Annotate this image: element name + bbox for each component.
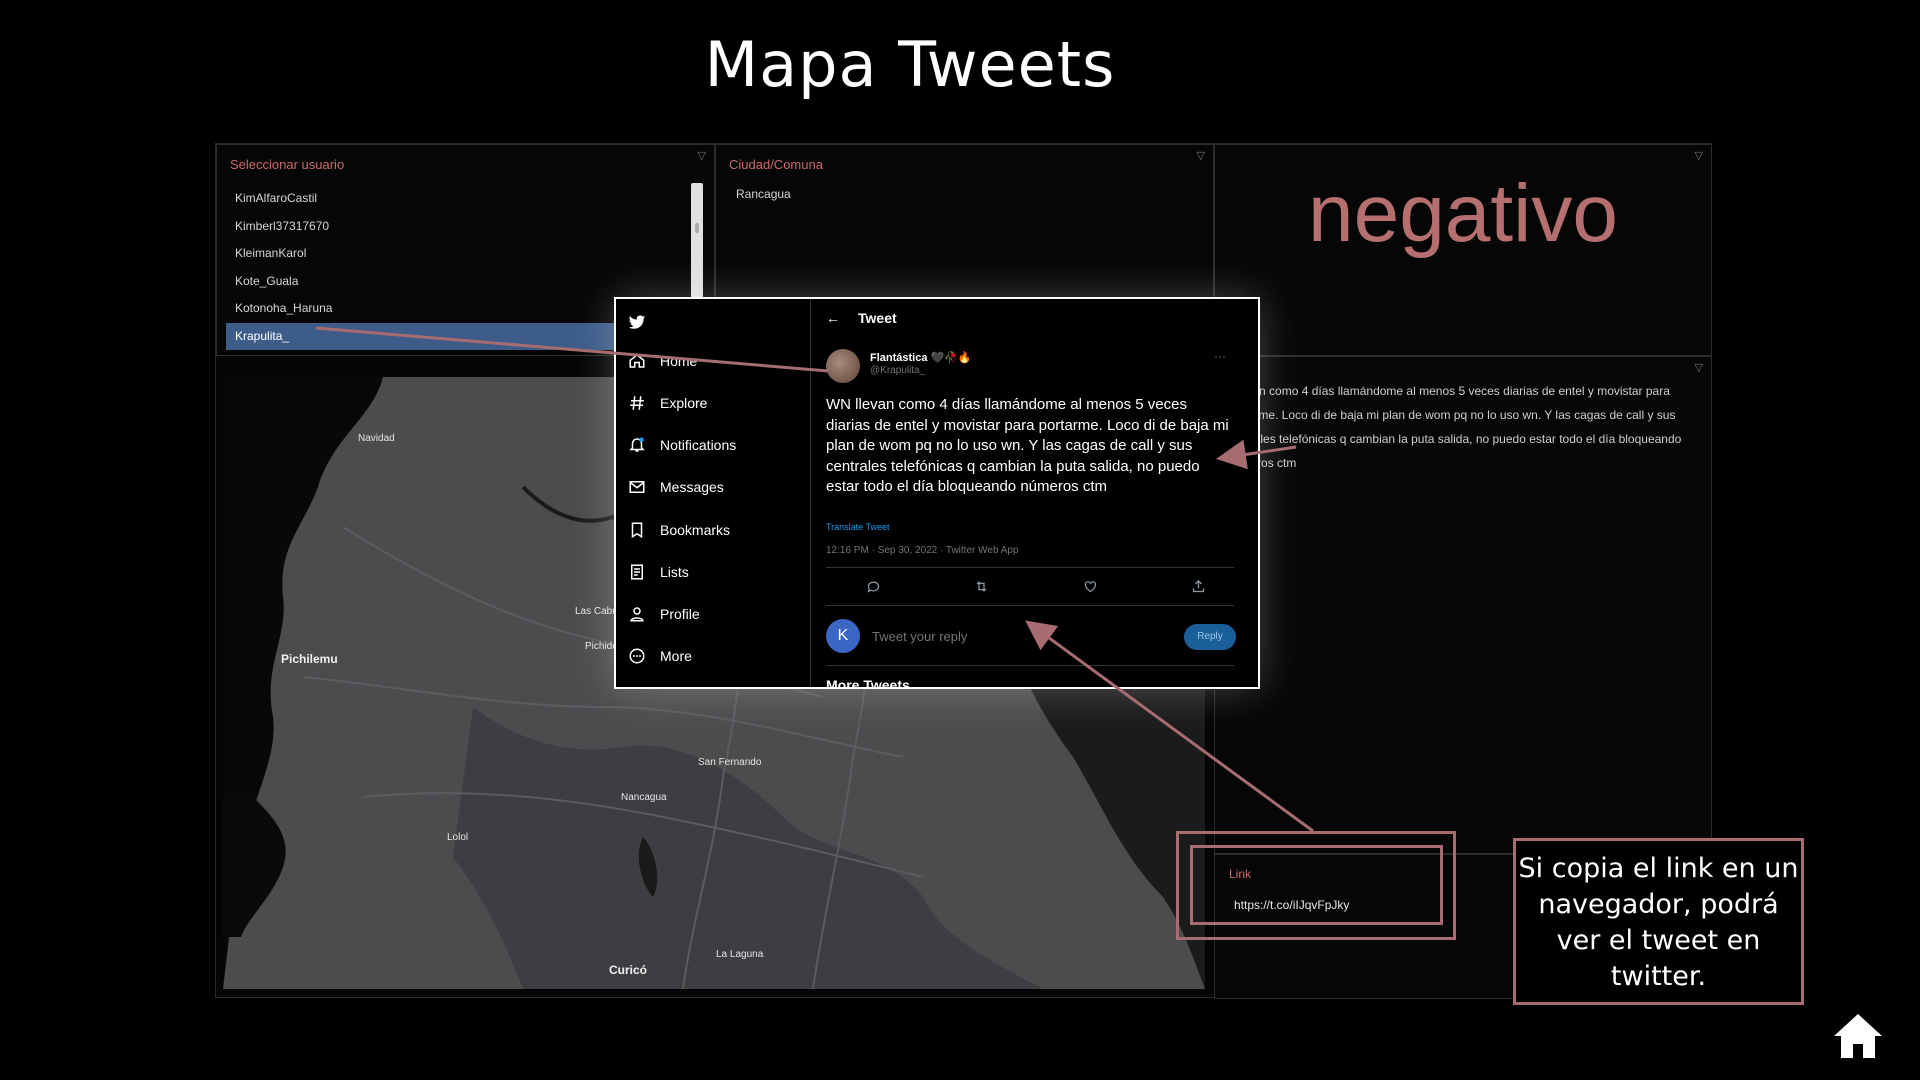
translate-link[interactable]: Translate Tweet <box>826 522 890 532</box>
more-options-icon[interactable]: ··· <box>1214 349 1226 363</box>
avatar[interactable] <box>826 349 860 383</box>
scrollbar-grip[interactable] <box>695 223 699 233</box>
author-name[interactable]: Flantástica 🖤🥀🔥 <box>870 351 972 364</box>
map-label: Navidad <box>358 433 395 444</box>
tweet-body: WN llevan como 4 días llamándome al meno… <box>826 396 1229 495</box>
nav-label: Explore <box>660 395 708 411</box>
bookmark-icon <box>631 522 643 539</box>
tweet-header-title: Tweet <box>858 310 897 326</box>
city-filter-label: Ciudad/Comuna <box>729 157 823 172</box>
nav-label: Home <box>660 353 698 369</box>
twitter-logo-icon[interactable] <box>628 307 660 337</box>
user-filter-label: Seleccionar usuario <box>230 157 345 172</box>
slide-title: Mapa Tweets <box>704 28 1116 101</box>
mail-icon <box>629 481 645 493</box>
nav-label: Bookmarks <box>660 522 731 538</box>
retweet-icon[interactable] <box>974 579 989 594</box>
city-value[interactable]: Rancagua <box>736 187 791 201</box>
more-circle-icon <box>629 648 645 664</box>
user-list-scrollbar[interactable] <box>691 183 703 303</box>
user-item[interactable]: Kote_Guala <box>226 268 686 296</box>
hashtag-icon <box>630 396 644 410</box>
tweet-actions <box>866 579 1206 594</box>
nav-more[interactable]: More <box>628 641 692 671</box>
nav-label: Notifications <box>660 437 737 453</box>
nav-label: Profile <box>660 606 700 622</box>
sentiment-value: negativo <box>1307 168 1619 259</box>
map-label: La Laguna <box>716 949 764 960</box>
home-icon <box>629 354 645 368</box>
tweet-header: ← Tweet <box>826 310 897 326</box>
nav-label: Lists <box>660 564 689 580</box>
person-icon <box>630 607 644 622</box>
twitter-nav: Home Explore Notifications Messages Book… <box>616 299 810 687</box>
filter-icon[interactable]: ▽ <box>1197 149 1205 162</box>
user-item[interactable]: KimAlfaroCastil <box>226 185 686 213</box>
link-highlight-inner <box>1190 845 1443 925</box>
author-handle[interactable]: @Krapulita_ <box>870 365 925 376</box>
list-icon <box>631 564 643 580</box>
user-item[interactable]: Kimberl37317670 <box>226 213 686 241</box>
map-label: San Fernando <box>698 757 762 768</box>
reply-input[interactable]: Tweet your reply <box>872 629 967 644</box>
sentiment-panel: ▽ negativo <box>1214 144 1712 356</box>
filter-icon[interactable]: ▽ <box>1695 361 1703 374</box>
twitter-screenshot: Home Explore Notifications Messages Book… <box>614 297 1260 689</box>
reply-avatar: K <box>826 619 860 653</box>
reply-icon[interactable] <box>866 579 881 594</box>
divider <box>810 299 811 687</box>
user-item[interactable]: KleimanKarol <box>226 240 686 268</box>
nav-label: More <box>660 648 692 664</box>
bell-icon <box>629 437 645 452</box>
divider <box>826 605 1234 606</box>
tweet-text-panel: ▽ ...levan como 4 días llamándome al men… <box>1214 356 1712 854</box>
nav-lists[interactable]: Lists <box>628 557 689 587</box>
tweet-detail: ← Tweet Flantástica 🖤🥀🔥 @Krapulita_ ··· … <box>816 299 1236 687</box>
map-label: Pichilemu <box>281 652 338 666</box>
more-tweets-heading: More Tweets <box>826 677 910 689</box>
nav-messages[interactable]: Messages <box>628 472 724 502</box>
map-label: Nancagua <box>621 792 667 803</box>
tweet-meta: 12:16 PM · Sep 30, 2022 · Twitter Web Ap… <box>826 545 1019 556</box>
callout-note: Si copia el link en un navegador, podrá … <box>1513 838 1804 1005</box>
map-label: Curicó <box>609 963 648 977</box>
nav-explore[interactable]: Explore <box>628 388 707 418</box>
divider <box>826 567 1234 568</box>
nav-label: Messages <box>660 479 724 495</box>
share-icon[interactable] <box>1191 579 1206 594</box>
nav-bookmarks[interactable]: Bookmarks <box>628 515 730 545</box>
map-label: Lolol <box>447 832 469 843</box>
divider <box>826 665 1234 666</box>
filter-icon[interactable]: ▽ <box>698 149 706 162</box>
back-arrow-icon[interactable]: ← <box>826 310 840 326</box>
reply-button[interactable]: Reply <box>1184 624 1236 650</box>
nav-notifications[interactable]: Notifications <box>628 430 736 460</box>
home-icon[interactable] <box>1832 1012 1884 1060</box>
filter-icon[interactable]: ▽ <box>1695 149 1703 162</box>
heart-icon[interactable] <box>1083 579 1098 594</box>
tweet-text: ...levan como 4 días llamándome al menos… <box>1227 384 1682 470</box>
nav-profile[interactable]: Profile <box>628 599 700 629</box>
nav-home[interactable]: Home <box>628 346 697 376</box>
